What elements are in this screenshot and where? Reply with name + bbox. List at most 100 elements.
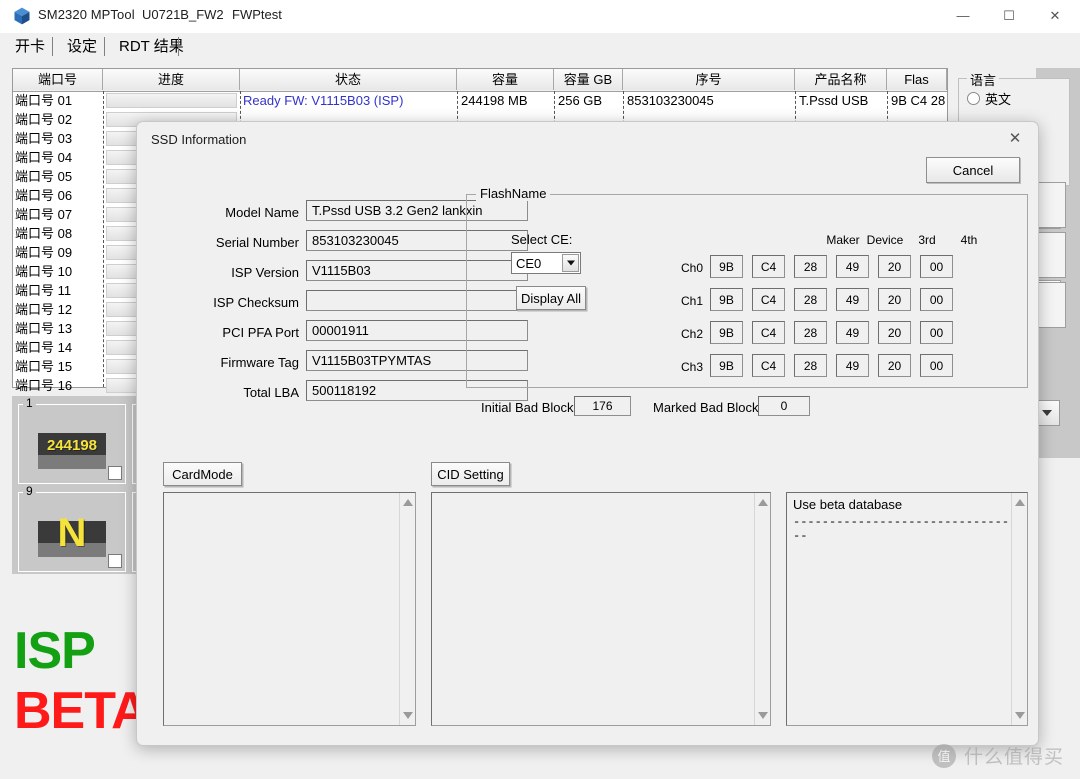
flash-byte-ch2-device[interactable]: C4 <box>752 321 785 344</box>
ssd-information-dialog: SSD Information ✕ Cancel Model Name T.Ps… <box>136 121 1039 746</box>
chevron-down-icon[interactable] <box>562 254 579 272</box>
col-header-product[interactable]: 产品名称 <box>795 69 887 90</box>
scroll-down-icon[interactable] <box>402 712 413 719</box>
row-port-label: 端口号 16 <box>15 378 73 393</box>
flash-byte-ch3-device[interactable]: C4 <box>752 354 785 377</box>
cid-setting-listbox[interactable] <box>431 492 771 726</box>
row-flash: 9B C4 28 <box>891 93 946 108</box>
cid-setting-button[interactable]: CID Setting <box>431 462 510 486</box>
select-ce-dropdown[interactable]: CE0 <box>511 252 581 274</box>
column-header-4th: 4th <box>960 233 978 247</box>
flash-byte-ch2-maker[interactable]: 9B <box>710 321 743 344</box>
scroll-down-icon[interactable] <box>1014 712 1025 719</box>
scrollbar[interactable] <box>754 493 770 725</box>
beta-database-listbox[interactable]: Use beta database ----------------------… <box>786 492 1028 726</box>
flash-byte-ch2-6th[interactable]: 00 <box>920 321 953 344</box>
card-mode-listbox[interactable] <box>163 492 416 726</box>
flash-byte-ch1-maker[interactable]: 9B <box>710 288 743 311</box>
row-capacity-gb: 256 GB <box>558 93 603 108</box>
column-header-maker: Maker <box>826 233 860 247</box>
flash-byte-ch0-6th[interactable]: 00 <box>920 255 953 278</box>
flash-byte-ch2-4th[interactable]: 49 <box>836 321 869 344</box>
scroll-up-icon[interactable] <box>1014 499 1025 506</box>
row-port-label: 端口号 13 <box>15 321 73 336</box>
label-model-name: Model Name <box>225 205 299 220</box>
card-slot-1[interactable]: 1 244198 <box>18 396 126 484</box>
initial-bad-block-value[interactable]: 176 <box>574 396 631 416</box>
banner-isp-text: ISP <box>14 622 96 680</box>
tab-divider-1 <box>52 37 53 56</box>
row-port-label: 端口号 11 <box>15 283 72 298</box>
banner-beta-text: BETA <box>14 682 149 740</box>
scroll-up-icon[interactable] <box>757 499 768 506</box>
card-slot-9[interactable]: 9 N <box>18 484 126 572</box>
flash-byte-ch1-3rd[interactable]: 28 <box>794 288 827 311</box>
display-all-button[interactable]: Display All <box>516 286 586 310</box>
scrollbar[interactable] <box>399 493 415 725</box>
flash-byte-ch3-4th[interactable]: 49 <box>836 354 869 377</box>
row-progress-bar <box>106 93 237 108</box>
chevron-down-icon <box>1042 410 1052 416</box>
scroll-up-icon[interactable] <box>402 499 413 506</box>
flash-byte-ch3-maker[interactable]: 9B <box>710 354 743 377</box>
flash-byte-ch1-6th[interactable]: 00 <box>920 288 953 311</box>
card-checkbox[interactable] <box>108 466 122 480</box>
column-header-device: Device <box>866 233 904 247</box>
card-thumbnail-label: 244198 <box>46 436 98 454</box>
col-header-capacity-gb[interactable]: 容量 GB <box>554 69 623 90</box>
row-port-label: 端口号 07 <box>15 207 73 222</box>
flash-byte-ch0-device[interactable]: C4 <box>752 255 785 278</box>
card-slot-number: 9 <box>23 484 36 498</box>
flash-byte-ch1-device[interactable]: C4 <box>752 288 785 311</box>
flash-byte-ch0-5th[interactable]: 20 <box>878 255 911 278</box>
tab-settings[interactable]: 设定 <box>58 34 106 59</box>
grid-header-row: 端口号 进度 状态 容量 容量 GB 序号 产品名称 Flas <box>13 69 947 92</box>
row-serial: 853103230045 <box>627 93 714 108</box>
marked-bad-block-label: Marked Bad Block <box>653 400 759 415</box>
flash-byte-ch1-4th[interactable]: 49 <box>836 288 869 311</box>
flash-byte-ch0-3rd[interactable]: 28 <box>794 255 827 278</box>
select-ce-label: Select CE: <box>511 232 573 247</box>
table-row[interactable]: 端口号 01 Ready FW: V1115B03 (ISP) 244198 M… <box>13 91 947 110</box>
dialog-close-icon[interactable]: ✕ <box>1002 127 1028 151</box>
col-header-capacity[interactable]: 容量 <box>457 69 554 90</box>
tab-rdt-result[interactable]: RDT 结果 <box>110 34 193 59</box>
scroll-down-icon[interactable] <box>757 712 768 719</box>
col-header-flash[interactable]: Flas <box>887 69 947 90</box>
channel-label-ch3: Ch3 <box>680 360 703 374</box>
screen-root: SM2320 MPTool U0721B_FW2 FWPtest — ☐ ✕ 开… <box>0 0 1080 779</box>
card-mode-button[interactable]: CardMode <box>163 462 242 486</box>
col-header-serial[interactable]: 序号 <box>623 69 795 90</box>
col-header-progress[interactable]: 进度 <box>103 69 240 90</box>
radio-icon <box>967 92 980 105</box>
flash-byte-ch3-5th[interactable]: 20 <box>878 354 911 377</box>
col-header-status[interactable]: 状态 <box>240 69 457 90</box>
card-checkbox[interactable] <box>108 554 122 568</box>
flash-byte-ch1-5th[interactable]: 20 <box>878 288 911 311</box>
language-option-english[interactable]: 英文 <box>967 89 1011 108</box>
flash-byte-ch3-6th[interactable]: 00 <box>920 354 953 377</box>
label-total-lba: Total LBA <box>243 385 299 400</box>
cancel-button[interactable]: Cancel <box>926 157 1020 183</box>
row-port-label: 端口号 05 <box>15 169 73 184</box>
label-isp-checksum: ISP Checksum <box>213 295 299 310</box>
col-header-port[interactable]: 端口号 <box>13 69 103 90</box>
flash-byte-ch3-3rd[interactable]: 28 <box>794 354 827 377</box>
flash-byte-ch0-maker[interactable]: 9B <box>710 255 743 278</box>
close-button[interactable]: ✕ <box>1032 0 1078 32</box>
card-thumbnail: 244198 <box>38 421 106 469</box>
maximize-button[interactable]: ☐ <box>986 0 1032 32</box>
channel-label-ch2: Ch2 <box>680 327 703 341</box>
flash-byte-ch2-3rd[interactable]: 28 <box>794 321 827 344</box>
row-product: T.Pssd USB <box>799 93 869 108</box>
card-thumbnail-label: N <box>57 511 87 555</box>
marked-bad-block-value[interactable]: 0 <box>758 396 810 416</box>
minimize-button[interactable]: — <box>940 0 986 32</box>
column-header-3rd: 3rd <box>918 233 936 247</box>
scrollbar[interactable] <box>1011 493 1027 725</box>
app-logo-icon <box>14 7 30 25</box>
tab-open-card[interactable]: 开卡 <box>6 34 55 59</box>
flash-byte-ch0-4th[interactable]: 49 <box>836 255 869 278</box>
flash-byte-ch2-5th[interactable]: 20 <box>878 321 911 344</box>
card-thumbnail: N <box>38 509 106 557</box>
